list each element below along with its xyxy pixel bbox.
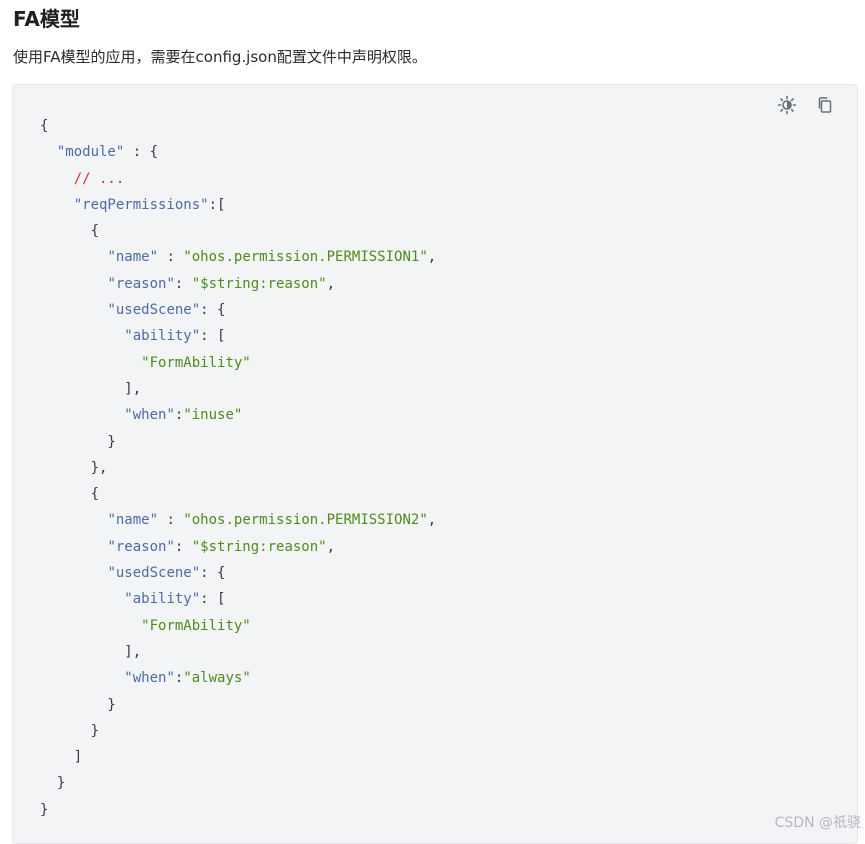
code-token: , xyxy=(326,275,336,292)
code-token: "reqPermissions" xyxy=(73,196,209,213)
code-token: "reason" xyxy=(107,275,175,292)
theme-toggle-button[interactable] xyxy=(775,93,799,117)
code-token: : xyxy=(158,249,184,266)
code-token: ], xyxy=(40,643,142,660)
code-token: "$string:reason" xyxy=(191,538,327,555)
code-token: ], xyxy=(40,380,142,397)
theme-toggle-icon xyxy=(777,95,797,115)
code-token: "ohos.permission.PERMISSION1" xyxy=(183,249,428,266)
code-line: "ability": [ xyxy=(40,586,436,612)
code-token: } xyxy=(40,775,66,792)
code-token: "when" xyxy=(124,407,175,424)
copy-button[interactable] xyxy=(813,93,837,117)
code-token: "reason" xyxy=(107,538,175,555)
code-block: { "module" : { // ... "reqPermissions":[… xyxy=(12,84,858,844)
code-token: "when" xyxy=(124,670,175,687)
code-line: "name" : "ohos.permission.PERMISSION1", xyxy=(40,244,436,270)
code-line: { xyxy=(40,218,436,244)
code-token: "FormAbility" xyxy=(141,617,251,634)
code-line: "module" : { xyxy=(40,139,436,165)
code-line: "name" : "ohos.permission.PERMISSION2", xyxy=(40,507,436,533)
code-line: "reqPermissions":[ xyxy=(40,192,436,218)
code-token: : xyxy=(174,275,192,292)
code-token: : { xyxy=(200,565,226,582)
code-token: { xyxy=(40,223,100,240)
code-line: "usedScene": { xyxy=(40,297,436,323)
code-token: } xyxy=(40,722,100,739)
code-token: } xyxy=(40,433,116,450)
code-token: "always" xyxy=(183,670,251,687)
code-token: "FormAbility" xyxy=(141,354,251,371)
code-token: : xyxy=(158,512,184,529)
code-token: : xyxy=(174,538,192,555)
code-token: , xyxy=(427,512,437,529)
code-line: } xyxy=(40,797,436,823)
code-token: "usedScene" xyxy=(107,565,201,582)
code-line: }, xyxy=(40,455,436,481)
code-line: "FormAbility" xyxy=(40,613,436,639)
code-token: "usedScene" xyxy=(107,302,201,319)
code-token: { xyxy=(40,118,49,134)
code-token: : [ xyxy=(200,591,226,608)
code-line: "FormAbility" xyxy=(40,350,436,376)
intro-text: 使用FA模型的应用，需要在config.json配置文件中声明权限。 xyxy=(13,48,427,66)
code-line: "usedScene": { xyxy=(40,560,436,586)
code-line: "reason": "$string:reason", xyxy=(40,534,436,560)
code-line: ], xyxy=(40,376,436,402)
code-line: { xyxy=(40,113,436,139)
code-line: } xyxy=(40,770,436,796)
code-token: "module" xyxy=(56,144,125,161)
code-line: { xyxy=(40,481,436,507)
code-line: "ability": [ xyxy=(40,323,436,349)
code-line: "reason": "$string:reason", xyxy=(40,271,436,297)
code-line: "when":"always" xyxy=(40,665,436,691)
code-token: , xyxy=(326,538,336,555)
code-token: "ohos.permission.PERMISSION2" xyxy=(183,512,428,529)
code-content: { "module" : { // ... "reqPermissions":[… xyxy=(40,113,436,823)
code-token: :[ xyxy=(208,196,226,213)
code-token: "name" xyxy=(107,249,159,266)
code-token: : [ xyxy=(200,328,226,345)
code-token: "$string:reason" xyxy=(191,275,327,292)
copy-icon xyxy=(818,97,832,113)
code-token: } xyxy=(40,801,49,818)
code-token: "ability" xyxy=(124,328,201,345)
code-token: ] xyxy=(40,749,83,766)
code-token: : { xyxy=(200,302,226,319)
code-token: { xyxy=(40,486,100,503)
code-token: , xyxy=(427,249,437,266)
code-token: "inuse" xyxy=(183,407,243,424)
code-line: } xyxy=(40,429,436,455)
code-token: } xyxy=(40,696,116,713)
code-line: } xyxy=(40,718,436,744)
code-line: // ... xyxy=(40,166,436,192)
code-token: // ... xyxy=(73,170,125,187)
code-token: }, xyxy=(40,459,108,476)
code-toolbar xyxy=(775,93,837,117)
code-token: "ability" xyxy=(124,591,201,608)
code-token: : { xyxy=(124,144,159,161)
code-line: "when":"inuse" xyxy=(40,402,436,428)
code-token: "name" xyxy=(107,512,159,529)
watermark: CSDN @祇骁 xyxy=(774,815,861,831)
section-heading: FA模型 xyxy=(13,7,80,31)
code-line: } xyxy=(40,692,436,718)
code-line: ] xyxy=(40,744,436,770)
code-line: ], xyxy=(40,639,436,665)
